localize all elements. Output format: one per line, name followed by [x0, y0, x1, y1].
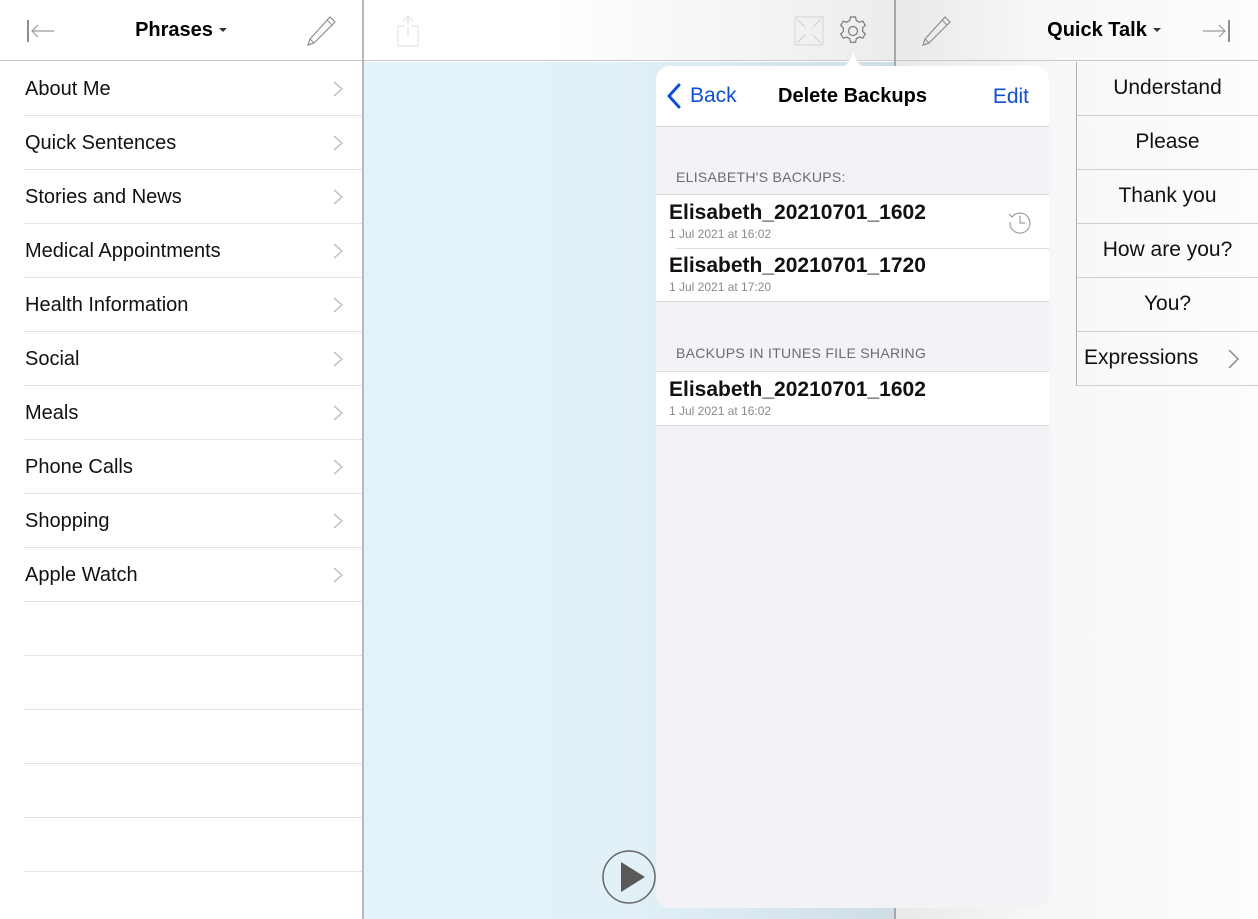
chevron-left-icon — [667, 83, 681, 109]
empty-row — [24, 710, 362, 764]
chevron-right-icon — [333, 189, 344, 205]
phrase-category-item[interactable]: Quick Sentences — [24, 116, 362, 170]
chevron-right-icon — [333, 243, 344, 259]
phrase-category-item[interactable]: Medical Appointments — [24, 224, 362, 278]
quick-talk-menu-button[interactable]: Quick Talk — [1004, 19, 1204, 42]
phrase-category-label: Phone Calls — [25, 456, 133, 478]
phrase-category-item[interactable]: Social — [24, 332, 362, 386]
backup-name: Elisabeth_20210701_1602 — [669, 378, 926, 401]
phrase-category-item[interactable]: Health Information — [24, 278, 362, 332]
backup-name: Elisabeth_20210701_1602 — [669, 201, 926, 224]
empty-row — [24, 602, 362, 656]
backup-group: Elisabeth_20210701_1602 1 Jul 2021 at 16… — [656, 371, 1049, 426]
quick-talk-item[interactable]: You? — [1077, 278, 1258, 332]
chevron-right-icon — [1228, 349, 1240, 369]
phrase-category-item[interactable]: Stories and News — [24, 170, 362, 224]
chevron-right-icon — [333, 567, 344, 583]
delete-backups-popover: Back Delete Backups Edit ELISABETH'S BAC… — [656, 66, 1049, 908]
phrases-panel: Phrases About Me Quick Sentences Stories… — [0, 0, 362, 919]
section-header: ELISABETH'S BACKUPS: — [676, 169, 846, 185]
section-header: BACKUPS IN ITUNES FILE SHARING — [676, 345, 927, 361]
caret-down-icon — [1152, 27, 1161, 32]
backup-date: 1 Jul 2021 at 17:20 — [669, 280, 772, 294]
phrase-category-label: Medical Appointments — [25, 240, 221, 262]
expand-icon[interactable] — [793, 15, 825, 47]
quick-talk-header: Quick Talk — [896, 0, 1258, 61]
center-toolbar — [364, 0, 894, 61]
phrase-category-item[interactable]: About Me — [24, 62, 362, 116]
backup-item[interactable]: Elisabeth_20210701_1602 1 Jul 2021 at 16… — [656, 195, 1049, 248]
phrase-category-label: Social — [25, 348, 80, 370]
quick-talk-label: Understand — [1113, 76, 1222, 99]
phrase-category-label: Quick Sentences — [25, 132, 177, 154]
empty-row — [24, 656, 362, 710]
phrase-category-item[interactable]: Shopping — [24, 494, 362, 548]
backup-name: Elisabeth_20210701_1720 — [669, 254, 926, 277]
phrase-category-item[interactable]: Phone Calls — [24, 440, 362, 494]
play-icon[interactable] — [601, 849, 657, 905]
quick-talk-item[interactable]: Understand — [1077, 62, 1258, 116]
quick-talk-label: How are you? — [1102, 238, 1233, 261]
backup-date: 1 Jul 2021 at 16:02 — [669, 404, 772, 418]
quick-talk-item[interactable]: How are you? — [1077, 224, 1258, 278]
phrase-category-label: Shopping — [25, 510, 110, 532]
chevron-right-icon — [333, 351, 344, 367]
backup-group: Elisabeth_20210701_1602 1 Jul 2021 at 16… — [656, 194, 1049, 302]
edit-button[interactable]: Edit — [993, 85, 1029, 109]
chevron-right-icon — [333, 459, 344, 475]
quick-talk-list: Understand Please Thank you How are you?… — [1076, 62, 1258, 386]
pencil-icon[interactable] — [918, 13, 954, 49]
back-label: Back — [690, 84, 737, 107]
quick-talk-item[interactable]: Please — [1077, 116, 1258, 170]
backup-date: 1 Jul 2021 at 16:02 — [669, 227, 772, 241]
gear-icon[interactable] — [836, 14, 870, 48]
chevron-right-icon — [333, 81, 344, 97]
back-button[interactable]: Back — [666, 83, 737, 109]
chevron-right-icon — [333, 135, 344, 151]
phrase-category-label: Meals — [25, 402, 79, 424]
share-icon[interactable] — [396, 14, 420, 48]
backup-item[interactable]: Elisabeth_20210701_1720 1 Jul 2021 at 17… — [656, 248, 1049, 301]
phrase-category-label: Health Information — [25, 294, 189, 316]
empty-row — [24, 818, 362, 872]
phrase-category-item[interactable]: Apple Watch — [24, 548, 362, 602]
phrase-category-label: About Me — [25, 78, 111, 100]
caret-down-icon — [218, 27, 227, 32]
phrases-header: Phrases — [0, 0, 362, 61]
chevron-right-icon — [333, 405, 344, 421]
popover-nav-bar: Back Delete Backups Edit — [656, 66, 1049, 127]
collapse-right-icon[interactable] — [1201, 16, 1231, 46]
phrase-category-label: Apple Watch — [25, 564, 138, 586]
empty-row — [24, 764, 362, 818]
backup-item[interactable]: Elisabeth_20210701_1602 1 Jul 2021 at 16… — [656, 372, 1049, 425]
quick-talk-item[interactable]: Thank you — [1077, 170, 1258, 224]
chevron-right-icon — [333, 297, 344, 313]
quick-talk-folder-item[interactable]: Expressions — [1077, 332, 1258, 386]
phrases-title: Phrases — [135, 19, 213, 41]
quick-talk-label: Thank you — [1118, 184, 1217, 207]
chevron-right-icon — [333, 513, 344, 529]
phrase-category-label: Stories and News — [25, 186, 182, 208]
phrase-category-list: About Me Quick Sentences Stories and New… — [0, 62, 362, 872]
history-icon[interactable] — [1007, 209, 1033, 235]
quick-talk-title: Quick Talk — [1047, 19, 1147, 41]
quick-talk-label: Please — [1135, 130, 1200, 153]
phrase-category-item[interactable]: Meals — [24, 386, 362, 440]
pencil-icon[interactable] — [303, 13, 339, 49]
quick-talk-label: You? — [1143, 292, 1192, 315]
